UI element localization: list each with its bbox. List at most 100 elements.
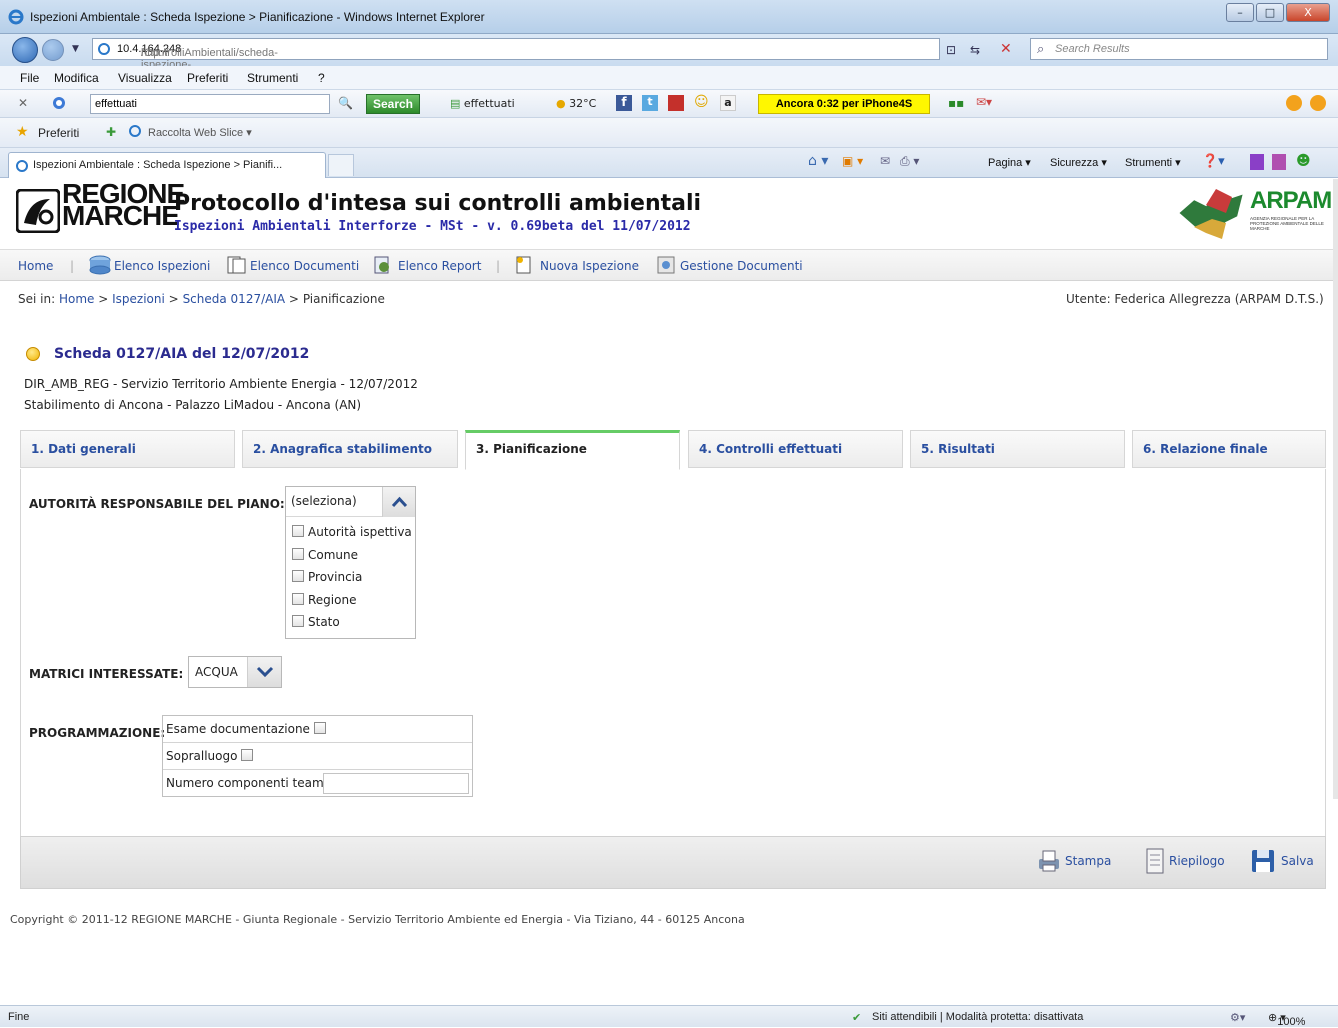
command-pagina[interactable]: Pagina ▾ (988, 156, 1031, 169)
toolbar-extra-icon[interactable]: ▪▪ (948, 96, 964, 110)
menu-visualizza[interactable]: Visualizza (118, 71, 172, 85)
tab-anagrafica-stabilimento[interactable]: 2. Anagrafica stabilimento (242, 430, 458, 468)
menu-strumenti[interactable]: Strumenti (247, 71, 298, 85)
checkbox[interactable] (292, 525, 304, 537)
history-dropdown-icon[interactable]: ▼ (72, 44, 79, 54)
messenger-icon[interactable]: ☻ (1296, 153, 1311, 169)
feeds-icon[interactable]: ▣ ▾ (842, 154, 863, 168)
option-regione[interactable]: Regione (292, 593, 356, 607)
menu-help[interactable]: ? (318, 71, 325, 85)
table-row: Sopralluogo (163, 743, 472, 770)
checkbox[interactable] (292, 570, 304, 582)
preferiti-button[interactable]: Preferiti (38, 126, 79, 140)
summary-icon[interactable] (1141, 847, 1169, 875)
option-stato[interactable]: Stato (292, 615, 340, 629)
url-input[interactable]: http://10.4.164.248/ControlliAmbientali/… (92, 38, 940, 95)
facebook-icon[interactable]: f (616, 95, 632, 111)
youtube-icon[interactable] (668, 95, 684, 111)
print-icon[interactable] (1035, 847, 1063, 875)
tab-pianificazione[interactable]: 3. Pianificazione (465, 430, 680, 470)
web-search-input[interactable]: ⌕ Search Results (1030, 38, 1328, 60)
new-tab-button[interactable] (328, 154, 354, 176)
maximize-button[interactable]: □ (1256, 3, 1284, 22)
team-size-input[interactable] (323, 773, 469, 794)
onenote-linked-icon[interactable] (1272, 154, 1286, 170)
stop-icon[interactable]: ✕ (1000, 41, 1012, 57)
home-icon[interactable]: ⌂ ▾ (808, 153, 828, 169)
back-button[interactable] (12, 37, 38, 63)
toolbar-item-effettuati[interactable]: ▤ effettuati (450, 97, 515, 110)
sopralluogo-checkbox[interactable] (241, 749, 254, 761)
menu-file[interactable]: File (20, 71, 39, 85)
option-autorita-ispettiva[interactable]: Autorità ispettiva (292, 525, 412, 539)
zoom-level[interactable]: ⊕ 100% ▾ (1268, 1011, 1305, 1028)
tab-risultati[interactable]: 5. Risultati (910, 430, 1125, 468)
menu-preferiti[interactable]: Preferiti (187, 71, 228, 85)
tab-dati-generali[interactable]: 1. Dati generali (20, 430, 235, 468)
close-window-button[interactable]: X (1286, 3, 1330, 22)
toolbar-search-button[interactable]: Search (366, 94, 420, 114)
checkbox[interactable] (292, 593, 304, 605)
compat-view-icon[interactable]: ⊡ (946, 43, 956, 57)
twitter-icon[interactable]: t (642, 95, 658, 111)
ie-small-icon (128, 124, 142, 138)
tab-controlli-effettuati[interactable]: 4. Controlli effettuati (688, 430, 903, 468)
collapse-button[interactable] (382, 487, 415, 517)
stampa-button[interactable]: Stampa (1065, 854, 1111, 868)
nav-home[interactable]: Home (18, 259, 53, 273)
security-zone[interactable]: Siti attendibili | Modalità protetta: di… (872, 1011, 1083, 1023)
nav-elenco-report[interactable]: Elenco Report (398, 259, 481, 273)
read-mail-icon[interactable]: ✉ (880, 154, 890, 168)
menu-modifica[interactable]: Modifica (54, 71, 99, 85)
report-icon (372, 255, 392, 275)
autorita-select-header[interactable]: (seleziona) (286, 487, 415, 517)
nav-elenco-ispezioni[interactable]: Elenco Ispezioni (114, 259, 210, 273)
checkbox[interactable] (292, 548, 304, 560)
forward-button[interactable] (42, 39, 64, 61)
salva-button[interactable]: Salva (1281, 854, 1314, 868)
save-icon[interactable] (1249, 847, 1277, 875)
nav-gestione-documenti[interactable]: Gestione Documenti (680, 259, 803, 273)
amazon-icon[interactable]: a (720, 95, 736, 111)
nav-nuova-ispezione[interactable]: Nuova Ispezione (540, 259, 639, 273)
breadcrumb-scheda[interactable]: Scheda 0127/AIA (183, 292, 286, 306)
help-icon[interactable]: ❓▾ (1202, 154, 1225, 169)
close-toolbar-icon[interactable]: ✕ (18, 96, 28, 110)
search-engine-icon[interactable]: 🔍 (338, 96, 353, 110)
expand-button[interactable] (247, 657, 281, 687)
breadcrumb-ispezioni[interactable]: Ispezioni (112, 292, 165, 306)
page-scrollbar[interactable] (1333, 179, 1338, 799)
esame-checkbox[interactable] (313, 722, 326, 734)
scheda-title: Scheda 0127/AIA del 12/07/2012 (54, 346, 310, 362)
riepilogo-button[interactable]: Riepilogo (1169, 854, 1225, 868)
add-favorite-icon[interactable]: ✚ (106, 125, 116, 139)
breadcrumb-home[interactable]: Home (59, 292, 94, 306)
print-icon[interactable]: ⎙ ▾ (900, 154, 919, 169)
toolbar-search-input[interactable] (90, 94, 330, 114)
zone-settings-icon[interactable]: ⚙▾ (1230, 1011, 1245, 1024)
toolbar-settings-icon[interactable] (1310, 95, 1326, 111)
onenote-icon[interactable] (1250, 154, 1264, 170)
regione-marche-wordmark: REGIONE MARCHE (62, 178, 185, 231)
checkbox[interactable] (292, 615, 304, 627)
option-provincia[interactable]: Provincia (292, 570, 362, 584)
browser-tab[interactable]: Ispezioni Ambientale : Scheda Ispezione … (8, 152, 326, 178)
command-sicurezza[interactable]: Sicurezza ▾ (1050, 156, 1107, 169)
toolbar-options-icon[interactable] (1286, 95, 1302, 111)
weather-widget[interactable]: ● 32°C (556, 97, 596, 110)
status-dot-icon (26, 347, 40, 361)
programmazione-label: PROGRAMMAZIONE: (29, 726, 166, 740)
matrici-select[interactable]: ACQUA (188, 656, 282, 688)
mail-icon[interactable]: ✉▾ (976, 95, 992, 109)
smiley-icon[interactable]: ☺ (694, 94, 709, 110)
refresh-icon[interactable]: ⇆ (970, 43, 980, 57)
autorita-selected-value: (seleziona) (291, 494, 357, 508)
promo-banner[interactable]: Ancora 0:32 per iPhone4S (758, 94, 930, 114)
option-comune[interactable]: Comune (292, 548, 358, 562)
command-strumenti[interactable]: Strumenti ▾ (1125, 156, 1181, 169)
nav-elenco-documenti[interactable]: Elenco Documenti (250, 259, 359, 273)
nav-separator: | (70, 259, 75, 273)
minimize-button[interactable]: – (1226, 3, 1254, 22)
web-slice-button[interactable]: Raccolta Web Slice ▾ (148, 126, 252, 139)
tab-relazione-finale[interactable]: 6. Relazione finale (1132, 430, 1326, 468)
